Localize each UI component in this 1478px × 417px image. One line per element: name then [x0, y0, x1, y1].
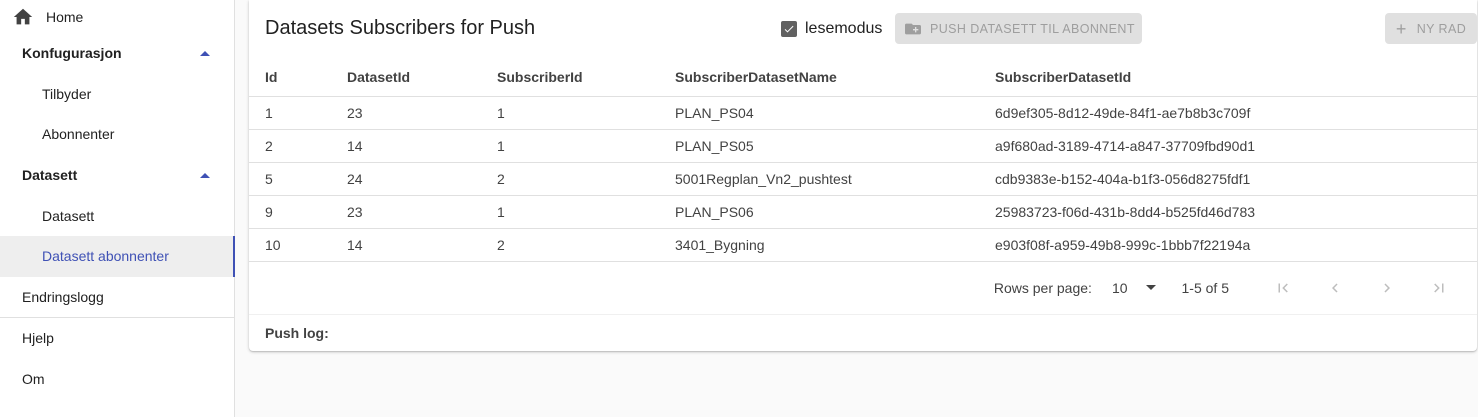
cell-datasetid: 23: [331, 96, 481, 130]
next-page-button[interactable]: [1361, 270, 1413, 306]
table-header-row: Id DatasetId SubscriberId SubscriberData…: [249, 58, 1477, 97]
first-page-button[interactable]: [1257, 270, 1309, 306]
cell-datasetid: 24: [331, 162, 481, 196]
pagination-range: 1-5 of 5: [1181, 279, 1229, 296]
sidebar: Home Konfugurasjon Tilbyder Abonnenter D…: [0, 0, 235, 417]
rows-per-page-value: 10: [1111, 279, 1128, 296]
cell-subscriberid: 2: [481, 162, 659, 196]
sidebar-section-datasett[interactable]: Datasett: [0, 155, 234, 196]
sidebar-item-label: Home: [46, 8, 84, 25]
cell-subscriberdatasetname: 3401_Bygning: [659, 228, 979, 262]
push-log: Push log:: [249, 313, 1477, 351]
cell-id: 2: [249, 129, 331, 163]
sidebar-item-home[interactable]: Home: [0, 0, 234, 33]
cell-id: 9: [249, 195, 331, 229]
plus-icon: +: [1395, 18, 1407, 39]
column-header-id[interactable]: Id: [249, 58, 331, 97]
cell-subscriberid: 1: [481, 96, 659, 130]
cell-subscriberid: 1: [481, 195, 659, 229]
sidebar-item-label: Hjelp: [22, 330, 54, 347]
home-icon: [12, 6, 34, 28]
column-header-subscriberdatasetid[interactable]: SubscriberDatasetId: [979, 58, 1477, 97]
app-root: Home Konfugurasjon Tilbyder Abonnenter D…: [0, 0, 1478, 417]
first-page-icon: [1278, 283, 1288, 292]
cell-subscriberdatasetid: cdb9383e-b152-404a-b1f3-056d8275fdf1: [979, 162, 1477, 196]
sidebar-item-endringslogg[interactable]: Endringslogg: [0, 277, 234, 318]
last-page-button[interactable]: [1413, 270, 1465, 306]
sidebar-item-label: Om: [22, 371, 45, 388]
chevron-down-icon: [1145, 285, 1156, 290]
chevron-up-icon: [200, 172, 210, 178]
main-content: Datasets Subscribers for Push lesemodus …: [235, 0, 1478, 417]
new-row-button-label: NY RAD: [1416, 21, 1467, 36]
chevron-right-icon: [1384, 283, 1390, 292]
cell-subscriberid: 1: [481, 129, 659, 163]
rows-per-page-label: Rows per page:: [993, 279, 1092, 296]
column-header-datasetid[interactable]: DatasetId: [331, 58, 481, 97]
readmode-toggle[interactable]: lesemodus: [781, 20, 882, 38]
checkbox-checked-icon[interactable]: [781, 21, 797, 37]
cell-subscriberdatasetid: e903f08f-a959-49b8-999c-1bbb7f22194a: [979, 228, 1477, 262]
cell-datasetid: 23: [331, 195, 481, 229]
table-row[interactable]: 5 24 2 5001Regplan_Vn2_pushtest cdb9383e…: [249, 162, 1477, 196]
sidebar-item-label: Datasett: [42, 207, 95, 224]
cell-subscriberdatasetid: 25983723-f06d-431b-8dd4-b525fd46d783: [979, 195, 1477, 229]
sidebar-item-datasett-abonnenter[interactable]: Datasett abonnenter: [0, 235, 235, 277]
cell-subscriberdatasetname: PLAN_PS04: [659, 96, 979, 130]
sidebar-item-abonnenter[interactable]: Abonnenter: [0, 114, 234, 155]
table-row[interactable]: 2 14 1 PLAN_PS05 a9f680ad-3189-4714-a847…: [249, 129, 1477, 163]
folder-add-icon: [905, 22, 921, 36]
column-header-subscriberid[interactable]: SubscriberId: [481, 58, 659, 97]
table-row[interactable]: 9 23 1 PLAN_PS06 25983723-f06d-431b-8dd4…: [249, 195, 1477, 229]
cell-subscriberdatasetid: 6d9ef305-8d12-49de-84f1-ae7b8b3c709f: [979, 96, 1477, 130]
previous-page-button[interactable]: [1309, 270, 1361, 306]
subscribers-card: Datasets Subscribers for Push lesemodus …: [249, 0, 1477, 351]
chevron-left-icon: [1332, 283, 1338, 292]
sidebar-item-label: Endringslogg: [22, 288, 104, 305]
table-row[interactable]: 1 23 1 PLAN_PS04 6d9ef305-8d12-49de-84f1…: [249, 96, 1477, 130]
new-row-button[interactable]: + NY RAD: [1385, 13, 1477, 44]
sidebar-item-label: Datasett: [22, 167, 78, 184]
cell-subscriberdatasetname: PLAN_PS06: [659, 195, 979, 229]
table-row[interactable]: 10 14 2 3401_Bygning e903f08f-a959-49b8-…: [249, 228, 1477, 262]
sidebar-item-datasett[interactable]: Datasett: [0, 195, 234, 236]
cell-subscriberdatasetname: 5001Regplan_Vn2_pushtest: [659, 162, 979, 196]
cell-subscriberdatasetname: PLAN_PS05: [659, 129, 979, 163]
chevron-up-icon: [200, 50, 210, 56]
last-page-icon: [1434, 283, 1444, 292]
cell-subscriberid: 2: [481, 228, 659, 262]
cell-id: 10: [249, 228, 331, 262]
sidebar-section-konfigurasjon[interactable]: Konfugurasjon: [0, 33, 234, 74]
sidebar-item-label: Abonnenter: [42, 126, 115, 143]
sidebar-item-label: Datasett abonnenter: [42, 248, 169, 265]
cell-datasetid: 14: [331, 129, 481, 163]
cell-datasetid: 14: [331, 228, 481, 262]
card-toolbar: Datasets Subscribers for Push lesemodus …: [249, 0, 1477, 58]
readmode-label: lesemodus: [805, 20, 883, 37]
rows-per-page-select[interactable]: 10: [1112, 280, 1156, 296]
sidebar-item-tilbyder[interactable]: Tilbyder: [0, 74, 234, 115]
table-pagination: Rows per page: 10 1-5 of 5: [249, 262, 1477, 314]
sidebar-item-label: Tilbyder: [42, 85, 92, 102]
sidebar-item-hjelp[interactable]: Hjelp: [0, 318, 234, 359]
push-dataset-button[interactable]: PUSH DATASETT TIL ABONNENT: [895, 13, 1142, 44]
cell-id: 5: [249, 162, 331, 196]
sidebar-item-label: Konfugurasjon: [22, 45, 122, 62]
push-log-label: Push log:: [265, 324, 329, 341]
cell-id: 1: [249, 96, 331, 130]
column-header-subscriberdatasetname[interactable]: SubscriberDatasetName: [659, 58, 979, 97]
cell-subscriberdatasetid: a9f680ad-3189-4714-a847-37709fbd90d1: [979, 129, 1477, 163]
push-dataset-button-label: PUSH DATASETT TIL ABONNENT: [930, 21, 1135, 36]
sidebar-item-om[interactable]: Om: [0, 359, 234, 400]
page-title: Datasets Subscribers for Push: [265, 17, 536, 39]
subscribers-table: Id DatasetId SubscriberId SubscriberData…: [249, 58, 1477, 262]
